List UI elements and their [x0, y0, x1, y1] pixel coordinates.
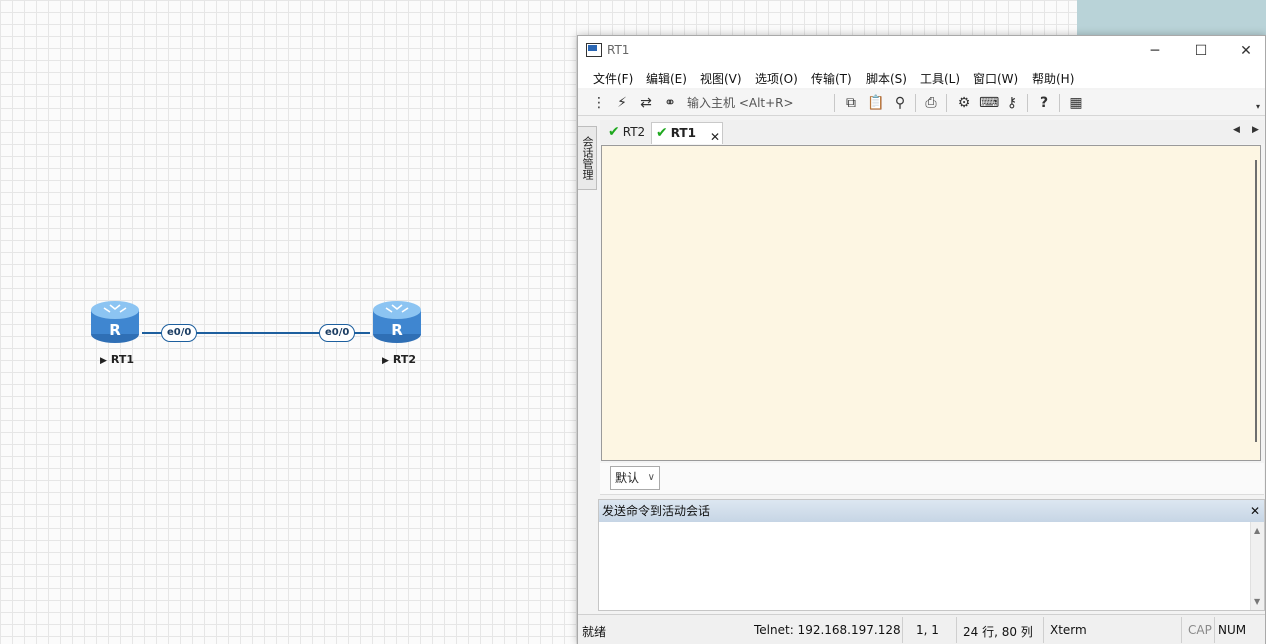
- map-icon[interactable]: ▦: [1067, 94, 1085, 112]
- status-connection: Telnet: 192.168.197.128: [754, 623, 901, 637]
- router-name: RT1: [110, 353, 135, 366]
- app-icon: [586, 43, 602, 57]
- status-num: NUM: [1218, 623, 1247, 637]
- port-badge-rt2[interactable]: e0/0: [319, 324, 356, 342]
- connected-check-icon: ✔: [656, 125, 668, 141]
- send-command-input[interactable]: [599, 522, 1250, 610]
- reconnect-icon[interactable]: ⇄: [637, 94, 655, 112]
- status-size: 24 行, 80 列: [963, 625, 1033, 639]
- window-title: RT1: [607, 43, 630, 57]
- toolbar-separator: [946, 94, 947, 112]
- status-separator: [1214, 617, 1215, 643]
- host-input[interactable]: 输入主机 <Alt+R>: [687, 94, 835, 112]
- tab-scroll-left-icon[interactable]: ◀: [1233, 125, 1240, 135]
- menu-bar: 文件(F) 编辑(E) 视图(V) 选项(O) 传输(T) 脚本(S) 工具(L…: [578, 66, 1265, 88]
- menu-window[interactable]: 窗口(W): [973, 70, 1018, 87]
- send-panel-title: 发送命令到活动会话: [602, 504, 711, 518]
- tab-scroll-right-icon[interactable]: ▶: [1252, 125, 1259, 135]
- toolbar-overflow-icon[interactable]: ▾: [1254, 98, 1262, 116]
- toolbar-separator: [1027, 94, 1028, 112]
- keymap-icon[interactable]: ⌨: [979, 94, 999, 112]
- command-preset-row: 默认 ∨: [600, 463, 1264, 495]
- lightning-icon[interactable]: ⚡: [613, 94, 631, 112]
- tab-label: RT2: [622, 125, 646, 139]
- status-separator: [1181, 617, 1182, 643]
- toolbar-separator: [1059, 94, 1060, 112]
- tab-close-icon[interactable]: ✕: [710, 127, 720, 147]
- router-name: RT2: [392, 353, 417, 366]
- link-icon[interactable]: ⚭: [661, 94, 679, 112]
- status-cursor: 1, 1: [916, 623, 939, 637]
- key-icon[interactable]: ⚷: [1003, 94, 1021, 112]
- chevron-down-icon: ∨: [647, 472, 655, 483]
- toolbar-separator: [915, 94, 916, 112]
- terminal-output[interactable]: [601, 145, 1261, 461]
- scroll-up-icon[interactable]: ▲: [1254, 526, 1260, 535]
- menu-help[interactable]: 帮助(H): [1032, 70, 1074, 87]
- session-tree-icon[interactable]: ⋮: [590, 94, 608, 112]
- session-tabs: ✔ RT2 ✔ RT1 ✕ ◀ ▶: [600, 120, 1264, 144]
- menu-options[interactable]: 选项(O): [755, 70, 798, 87]
- find-icon[interactable]: ⚲: [891, 94, 909, 112]
- router-label-rt2: ▶ RT2: [382, 353, 417, 366]
- send-command-panel: 发送命令到活动会话 ✕ ▲ ▼: [598, 499, 1265, 611]
- menu-transfer[interactable]: 传输(T): [811, 70, 852, 87]
- tab-label: RT1: [670, 126, 696, 140]
- status-state: 就绪: [582, 625, 607, 639]
- print-icon[interactable]: ⎙: [922, 94, 940, 112]
- menu-file[interactable]: 文件(F): [593, 70, 633, 87]
- menu-script[interactable]: 脚本(S): [866, 70, 907, 87]
- terminal-scrollbar[interactable]: [1255, 160, 1257, 442]
- svg-text:R: R: [109, 321, 121, 339]
- connected-check-icon: ✔: [608, 124, 620, 140]
- session-manager-tab[interactable]: 会话管理: [578, 126, 597, 190]
- router-icon: R: [91, 301, 139, 343]
- tab-rt1[interactable]: ✔ RT1 ✕: [651, 122, 723, 144]
- preset-value: 默认: [615, 471, 640, 485]
- menu-view[interactable]: 视图(V): [700, 70, 742, 87]
- send-panel-scrollbar[interactable]: ▲ ▼: [1250, 522, 1264, 610]
- status-cap: CAP: [1188, 623, 1212, 637]
- help-icon[interactable]: ?: [1035, 94, 1053, 112]
- status-separator: [956, 617, 957, 643]
- port-badge-rt1[interactable]: e0/0: [161, 324, 198, 342]
- paste-icon[interactable]: 📋: [867, 94, 885, 112]
- router-rt2[interactable]: R: [372, 300, 422, 344]
- status-terminal-type: Xterm: [1050, 623, 1087, 637]
- router-rt1[interactable]: R: [90, 300, 140, 344]
- title-bar[interactable]: RT1 ─ ☐ ✕: [578, 36, 1265, 66]
- close-button[interactable]: ✕: [1223, 36, 1266, 66]
- status-separator: [902, 617, 903, 643]
- maximize-button[interactable]: ☐: [1178, 36, 1224, 66]
- terminal-window: RT1 ─ ☐ ✕ 文件(F) 编辑(E) 视图(V) 选项(O) 传输(T) …: [577, 35, 1266, 644]
- preset-select[interactable]: 默认 ∨: [610, 466, 660, 490]
- minimize-button[interactable]: ─: [1132, 36, 1178, 66]
- copy-icon[interactable]: ⧉: [842, 94, 860, 112]
- status-bar: 就绪 Telnet: 192.168.197.128 1, 1 24 行, 80…: [578, 614, 1265, 644]
- tab-rt2[interactable]: ✔ RT2: [604, 122, 650, 144]
- router-icon: R: [373, 301, 421, 343]
- menu-tools[interactable]: 工具(L): [920, 70, 960, 87]
- settings-icon[interactable]: ⚙: [955, 94, 973, 112]
- menu-edit[interactable]: 编辑(E): [646, 70, 687, 87]
- svg-text:R: R: [391, 321, 403, 339]
- status-separator: [1043, 617, 1044, 643]
- scroll-down-icon[interactable]: ▼: [1254, 597, 1260, 606]
- send-panel-close-icon[interactable]: ✕: [1250, 500, 1260, 522]
- router-label-rt1: ▶ RT1: [100, 353, 135, 366]
- toolbar: ⋮ ⚡ ⇄ ⚭ 输入主机 <Alt+R> ⧉ 📋 ⚲ ⎙ ⚙ ⌨ ⚷ ? ▦ ▾: [578, 90, 1265, 116]
- send-panel-header: 发送命令到活动会话 ✕: [599, 500, 1264, 522]
